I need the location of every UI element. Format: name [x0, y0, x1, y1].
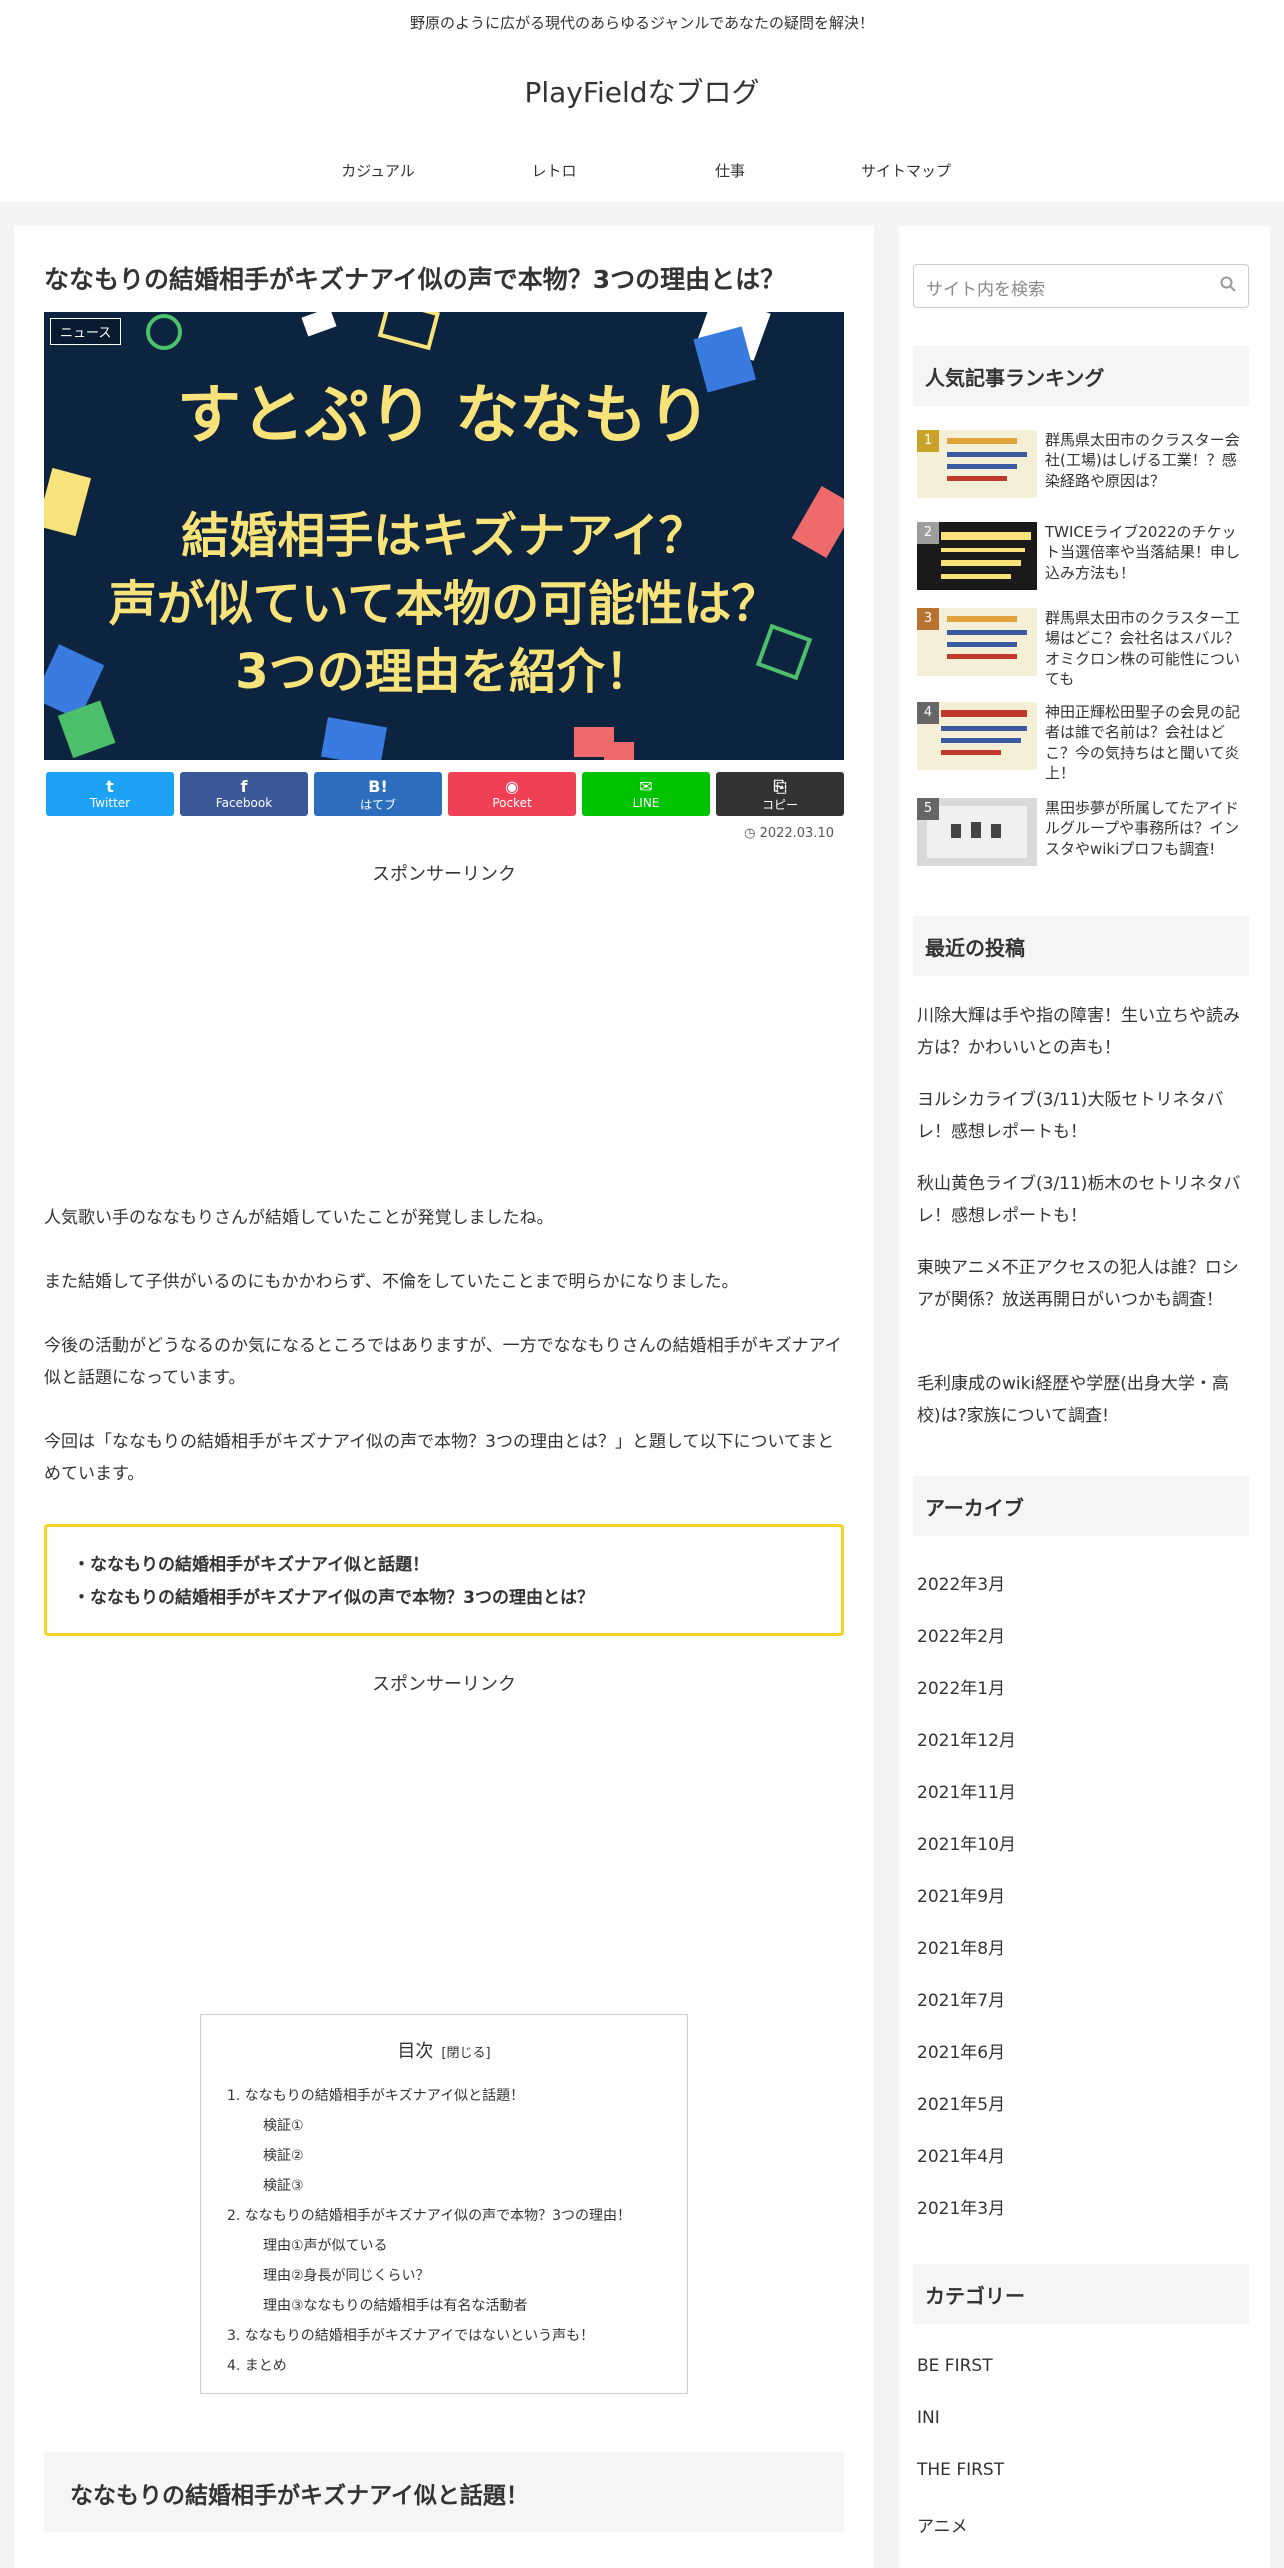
toc-subitem[interactable]: 検証② — [227, 2141, 661, 2171]
ranking-title[interactable]: 黒田歩夢が所属してたアイドルグループや事務所は？インスタやwikiプロフも調査! — [1045, 798, 1251, 859]
paragraph: 今後の活動がどうなるのか気になるところではありますが、一方でななもりさんの結婚相… — [44, 1336, 842, 1389]
paragraph: 今回は「ななもりの結婚相手がキズナアイ似の声で本物？3つの理由とは？」と題して以… — [44, 1432, 835, 1485]
recent-widget-title: 最近の投稿 — [913, 916, 1249, 976]
nav-item-casual[interactable]: カジュアル — [290, 160, 466, 181]
archive-widget-title: アーカイブ — [913, 1476, 1249, 1536]
ranking-title[interactable]: TWICEライブ2022のチケット当選倍率や当落結果！申し込み方法も！ — [1045, 522, 1251, 583]
toc-item[interactable]: 1. ななもりの結婚相手がキズナアイ似と話題！ — [227, 2081, 661, 2111]
archive-link[interactable]: 2021年12月 — [917, 1726, 1016, 1751]
eyecatch-text-1: 結婚相手はキズナアイ？ — [181, 508, 707, 564]
eyecatch-text-2: 声が似ていて本物の可能性は？ — [108, 576, 780, 632]
site-header: 野原のように広がる現代のあらゆるジャンルであなたの疑問を解決！ PlayFiel… — [0, 0, 1284, 202]
paragraph: 人気歌い手のななもりさんが結婚していたことが発覚しましたね。 — [44, 1208, 554, 1228]
archive-link[interactable]: 2021年11月 — [917, 1778, 1016, 1803]
search-icon[interactable] — [1220, 276, 1236, 292]
toc-subitem[interactable]: 検証① — [227, 2111, 661, 2141]
eyecatch-headline: すとぷり ななもり — [176, 379, 712, 453]
copy-button[interactable]: ⎘ コピー — [716, 772, 844, 816]
category-link[interactable]: THE FIRST — [917, 2460, 1004, 2480]
section-heading: ななもりの結婚相手がキズナアイ似と話題！ — [44, 2452, 844, 2532]
search-input[interactable]: サイト内を検索 — [913, 264, 1249, 308]
ranking-widget-title: 人気記事ランキング — [913, 346, 1249, 406]
paragraph: また結婚して子供がいるのにもかかわらず、不倫をしていたことまで明らかになりました… — [44, 1272, 739, 1292]
ranking-item[interactable]: 5 黒田歩夢が所属してたアイドルグループや事務所は？インスタやwikiプロフも調… — [917, 798, 1251, 874]
recent-post-link[interactable]: 東映アニメ不正アクセスの犯人は誰？ロシアが関係？放送再開日がいつかも調査！ — [917, 1252, 1251, 1317]
archive-link[interactable]: 2021年9月 — [917, 1882, 1005, 1907]
sponsor-link-label: スポンサーリンク — [372, 1674, 516, 1695]
hatebu-icon: B! — [368, 777, 388, 796]
category-link[interactable]: INI — [917, 2408, 940, 2428]
toc-item[interactable]: 3. ななもりの結婚相手がキズナアイではないという声も！ — [227, 2321, 661, 2351]
archive-link[interactable]: 2022年3月 — [917, 1570, 1005, 1595]
archive-link[interactable]: 2021年10月 — [917, 1830, 1016, 1855]
summary-item: ・ななもりの結婚相手がキズナアイ似と話題！ — [73, 1555, 430, 1575]
sidebar: サイト内を検索 人気記事ランキング 1 群馬県太田市のクラスター会社(工場)はし… — [899, 226, 1270, 2568]
ranking-item[interactable]: 2 TWICEライブ2022のチケット当選倍率や当落結果！申し込み方法も！ — [917, 522, 1251, 598]
nav-item-work[interactable]: 仕事 — [642, 160, 818, 181]
share-twitter-button[interactable]: t Twitter — [46, 772, 174, 816]
toc-subitem[interactable]: 検証③ — [227, 2171, 661, 2201]
ranking-title[interactable]: 群馬県太田市のクラスター工場はどこ？会社名はスバル？オミクロン株の可能性について… — [1045, 608, 1251, 689]
sponsor-link-label: スポンサーリンク — [372, 864, 516, 885]
archive-link[interactable]: 2021年6月 — [917, 2038, 1005, 2063]
share-line-button[interactable]: ✉ LINE — [582, 772, 710, 816]
toc-subitem[interactable]: 理由①声が似ている — [227, 2231, 661, 2261]
clock-icon: ◷ — [744, 826, 760, 841]
site-tagline: 野原のように広がる現代のあらゆるジャンルであなたの疑問を解決！ — [409, 14, 875, 32]
article-main: ななもりの結婚相手がキズナアイ似の声で本物？3つの理由とは？ ニュース すとぷり… — [14, 226, 874, 2568]
eyecatch-text-3: 3つの理由を紹介！ — [235, 644, 653, 700]
archive-link[interactable]: 2021年8月 — [917, 1934, 1005, 1959]
archive-link[interactable]: 2021年5月 — [917, 2090, 1005, 2115]
archive-link[interactable]: 2022年2月 — [917, 1622, 1005, 1647]
recent-post-link[interactable]: 川除大輝は手や指の障害！生い立ちや読み方は？かわいいとの声も！ — [917, 1000, 1251, 1065]
twitter-icon: t — [106, 777, 114, 796]
ranking-title[interactable]: 群馬県太田市のクラスター会社(工場)はしげる工業！？感染経路や原因は？ — [1045, 430, 1251, 491]
site-title[interactable]: PlayFieldなブログ — [0, 71, 1284, 111]
article-title: ななもりの結婚相手がキズナアイ似の声で本物？3つの理由とは？ — [44, 265, 786, 294]
facebook-icon: f — [240, 777, 248, 796]
share-buttons: t Twitter f Facebook B! はてブ ◉ Pocket ✉ LINE ⎘… — [46, 772, 844, 816]
share-facebook-button[interactable]: f Facebook — [180, 772, 308, 816]
category-widget-title: カテゴリー — [913, 2264, 1249, 2324]
ranking-title[interactable]: 神田正輝松田聖子の会見の記者は誰で名前は？会社はどこ？今の気持ちはと聞いて炎上！ — [1045, 702, 1251, 783]
recent-post-link[interactable]: 毛利康成のwiki経歴や学歴(出身大学・高校)は?家族について調査! — [917, 1368, 1251, 1433]
archive-link[interactable]: 2021年7月 — [917, 1986, 1005, 2011]
rank-badge: 4 — [917, 702, 939, 724]
table-of-contents: 目次 [閉じる] 1. ななもりの結婚相手がキズナアイ似と話題！ 検証① 検証② … — [200, 2014, 688, 2394]
ranking-item[interactable]: 3 群馬県太田市のクラスター工場はどこ？会社名はスバル？オミクロン株の可能性につ… — [917, 608, 1251, 688]
ranking-item[interactable]: 4 神田正輝松田聖子の会見の記者は誰で名前は？会社はどこ？今の気持ちはと聞いて炎… — [917, 702, 1251, 782]
share-pocket-button[interactable]: ◉ Pocket — [448, 772, 576, 816]
line-icon: ✉ — [639, 777, 653, 796]
nav-item-sitemap[interactable]: サイトマップ — [818, 160, 994, 181]
share-hatebu-button[interactable]: B! はてブ — [314, 772, 442, 816]
recent-post-link[interactable]: 秋山黄色ライブ(3/11)栃木のセトリネタバレ！感想レポートも！ — [917, 1168, 1251, 1233]
nav-item-retro[interactable]: レトロ — [466, 160, 642, 181]
toc-subitem[interactable]: 理由②身長が同じくらい？ — [227, 2261, 661, 2291]
category-link[interactable]: アニメ — [917, 2512, 968, 2537]
ranking-item[interactable]: 1 群馬県太田市のクラスター会社(工場)はしげる工業！？感染経路や原因は？ — [917, 430, 1251, 506]
pocket-icon: ◉ — [505, 777, 519, 796]
recent-post-link[interactable]: ヨルシカライブ(3/11)大阪セトリネタバレ！感想レポートも！ — [917, 1084, 1251, 1149]
summary-item: ・ななもりの結婚相手がキズナアイ似の声で本物？3つの理由とは？ — [73, 1588, 594, 1609]
rank-badge: 3 — [917, 608, 939, 630]
rank-badge: 2 — [917, 522, 939, 544]
archive-link[interactable]: 2022年1月 — [917, 1674, 1005, 1699]
rank-badge: 5 — [917, 798, 939, 820]
post-date: ◷ 2022.03.10 — [744, 826, 834, 841]
category-label[interactable]: ニュース — [50, 318, 122, 345]
toc-item[interactable]: 2. ななもりの結婚相手がキズナアイ似の声で本物？3つの理由！ — [227, 2201, 661, 2231]
toc-title: 目次 [閉じる] — [397, 2041, 491, 2062]
archive-link[interactable]: 2021年3月 — [917, 2194, 1005, 2219]
toc-toggle[interactable]: [閉じる] — [441, 2046, 490, 2061]
summary-box: ・ななもりの結婚相手がキズナアイ似と話題！ ・ななもりの結婚相手がキズナアイ似の… — [44, 1524, 844, 1636]
toc-item[interactable]: 4. まとめ — [227, 2351, 661, 2381]
category-link[interactable]: BE FIRST — [917, 2356, 993, 2376]
toc-subitem[interactable]: 理由③ななもりの結婚相手は有名な活動者 — [227, 2291, 661, 2321]
eyecatch-image: ニュース すとぷり ななもり 結婚相手はキズナアイ？ 声が似ていて本物の可能性は… — [44, 312, 844, 760]
global-nav: カジュアル レトロ 仕事 サイトマップ — [0, 160, 1284, 181]
archive-link[interactable]: 2021年4月 — [917, 2142, 1005, 2167]
copy-icon: ⎘ — [773, 777, 787, 796]
rank-badge: 1 — [917, 430, 939, 452]
